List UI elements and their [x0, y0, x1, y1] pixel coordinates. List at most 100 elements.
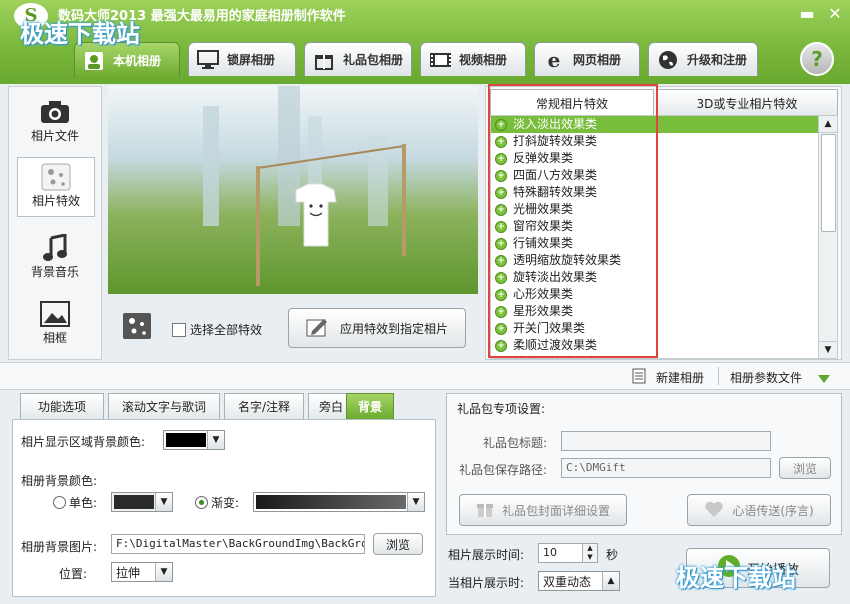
chevron-down-icon[interactable]: ▼	[207, 431, 224, 449]
album-bg-color-label: 相册背景颜色:	[21, 474, 98, 488]
sidebar: 相片文件 相片特效 背景音乐 相框	[8, 86, 102, 360]
gift-title-field[interactable]	[561, 431, 771, 451]
tab-video-album[interactable]: 视频相册	[420, 42, 526, 76]
display-mode-select[interactable]: 双重动态 ▲	[538, 571, 620, 591]
preview-controls: 选择全部特效 应用特效到指定相片	[108, 296, 480, 358]
solid-color-picker[interactable]: ▼	[111, 492, 173, 512]
tab-label: 背景	[357, 400, 382, 414]
chevron-up-icon[interactable]: ▲	[602, 572, 619, 590]
display-time-value: 10	[543, 546, 557, 559]
position-value: 拉伸	[116, 566, 141, 580]
help-button[interactable]: ?	[800, 42, 834, 76]
display-bg-color-picker[interactable]: ▼	[163, 430, 225, 450]
tab-label: 功能选项	[37, 400, 86, 414]
position-label: 位置:	[59, 567, 88, 581]
tab-label: 名字/注释	[237, 400, 291, 414]
gradient-radio[interactable]	[195, 496, 208, 509]
display-time-field[interactable]: 10 ▲ ▼	[538, 543, 598, 563]
tab-gift-album[interactable]: 礼品包相册	[304, 42, 412, 76]
triangle-down-icon[interactable]	[818, 372, 830, 386]
monitor-icon	[197, 49, 219, 70]
tab-function-options[interactable]: 功能选项	[20, 393, 104, 419]
scroll-thumb[interactable]	[821, 134, 836, 232]
chevron-down-icon[interactable]: ▼	[155, 563, 172, 581]
film-icon	[429, 50, 451, 70]
position-select[interactable]: 拉伸 ▼	[111, 562, 173, 582]
person-icon	[83, 51, 105, 71]
bg-image-label: 相册背景图片:	[21, 540, 98, 554]
options-panel: 功能选项 滚动文字与歌词 名字/注释 旁白 背景 相片显示区域背景颜色: ▼ 相…	[12, 393, 436, 597]
apply-effects-label: 应用特效到指定相片	[339, 321, 448, 336]
chevron-down-icon[interactable]: ▼	[155, 493, 172, 511]
when-display-label: 当相片展示时:	[448, 576, 525, 590]
tab-3d-effects[interactable]: 3D或专业相片特效	[656, 89, 838, 116]
tab-lockscreen-album[interactable]: 锁屏相册	[188, 42, 296, 76]
new-album-button[interactable]: 新建相册	[656, 369, 704, 386]
gradient-swatch	[256, 495, 406, 509]
heart-icon	[704, 500, 724, 521]
tab-upgrade-register[interactable]: 升级和注册	[648, 42, 758, 76]
highlight-box	[488, 84, 658, 358]
gift-title-label: 礼品包标题:	[483, 436, 548, 450]
sidebar-item-photos[interactable]: 相片文件	[17, 93, 93, 151]
gift-icon	[313, 50, 335, 70]
display-mode-value: 双重动态	[543, 575, 592, 589]
gift-save-path-label: 礼品包保存路径:	[459, 463, 548, 477]
gift-settings-title: 礼品包专项设置:	[457, 402, 546, 416]
gift-browse-button[interactable]: 浏览	[779, 457, 831, 479]
sidebar-item-music[interactable]: 背景音乐	[17, 229, 93, 287]
select-all-checkbox[interactable]	[172, 323, 186, 337]
tab-label: 锁屏相册	[227, 53, 276, 67]
apply-effects-button[interactable]: 应用特效到指定相片	[288, 308, 466, 348]
chevron-down-icon[interactable]: ▼	[407, 493, 424, 511]
tab-label: 旁白	[318, 400, 343, 414]
sidebar-item-label: 相片文件	[30, 129, 79, 143]
bg-image-path-field[interactable]: F:\DigitalMaster\BackGroundImg\BackGrou	[111, 534, 365, 554]
gift-cover-settings-button[interactable]: 礼品包封面详细设置	[459, 494, 627, 526]
album-params-button[interactable]: 相册参数文件	[730, 369, 802, 386]
heart-message-label: 心语传送(序言)	[732, 503, 814, 518]
display-time-label: 相片展示时间:	[448, 548, 525, 562]
preview-image	[203, 86, 406, 286]
browse-bg-image-button[interactable]: 浏览	[373, 533, 423, 555]
browse-label: 浏览	[792, 461, 817, 476]
gradient-color-picker[interactable]: ▼	[253, 492, 425, 512]
watermark-bottom: 极速下载站	[676, 564, 796, 592]
select-all-label: 选择全部特效	[190, 323, 263, 337]
app-window: S 数码大师2013 最强大最易用的家庭相册制作软件 ▬ ✕ ? 本机相册 锁屏…	[0, 0, 850, 604]
gift-save-path-field[interactable]: C:\DMGift	[561, 458, 771, 478]
tab-web-album[interactable]: e 网页相册	[534, 42, 640, 76]
tab-background[interactable]: 背景	[346, 393, 394, 419]
photo-preview	[108, 86, 478, 294]
close-button[interactable]: ✕	[824, 4, 846, 24]
tab-label: 视频相册	[459, 53, 508, 67]
sidebar-item-frame[interactable]: 相框	[17, 295, 93, 353]
tab-scroll-lyrics[interactable]: 滚动文字与歌词	[108, 393, 220, 419]
tab-label: 3D或专业相片特效	[696, 96, 798, 111]
background-settings: 相片显示区域背景颜色: ▼ 相册背景颜色: 单色: ▼ 渐变: ▼ 相册背景图片…	[12, 419, 436, 597]
scroll-up-icon[interactable]: ▲	[819, 116, 837, 133]
tab-label: 滚动文字与歌词	[121, 400, 206, 414]
gift-cover-label: 礼品包封面详细设置	[501, 503, 610, 518]
ie-icon: e	[547, 47, 561, 72]
effects-sparkle-icon	[122, 312, 152, 343]
heart-message-button[interactable]: 心语传送(序言)	[687, 494, 831, 526]
tab-name-notes[interactable]: 名字/注释	[224, 393, 304, 419]
color-swatch	[166, 433, 206, 447]
display-bg-color-label: 相片显示区域背景颜色:	[21, 435, 146, 449]
effects-scrollbar[interactable]: ▲ ▼	[818, 115, 838, 359]
watermark-top: 极速下载站	[20, 20, 140, 48]
spinner-arrows-icon[interactable]: ▲ ▼	[582, 544, 597, 562]
solid-radio[interactable]	[53, 496, 66, 509]
sidebar-item-label: 相框	[42, 331, 67, 345]
gradient-label: 渐变:	[211, 496, 240, 510]
globe-icon	[657, 50, 679, 70]
scroll-down-icon[interactable]: ▼	[819, 341, 837, 358]
sidebar-item-label: 背景音乐	[30, 265, 79, 279]
tab-label: 升级和注册	[687, 53, 748, 67]
camera-icon	[17, 97, 93, 127]
sidebar-item-effects[interactable]: 相片特效	[17, 157, 95, 217]
document-icon	[632, 368, 646, 387]
browse-label: 浏览	[385, 537, 410, 552]
minimize-button[interactable]: ▬	[796, 4, 818, 24]
